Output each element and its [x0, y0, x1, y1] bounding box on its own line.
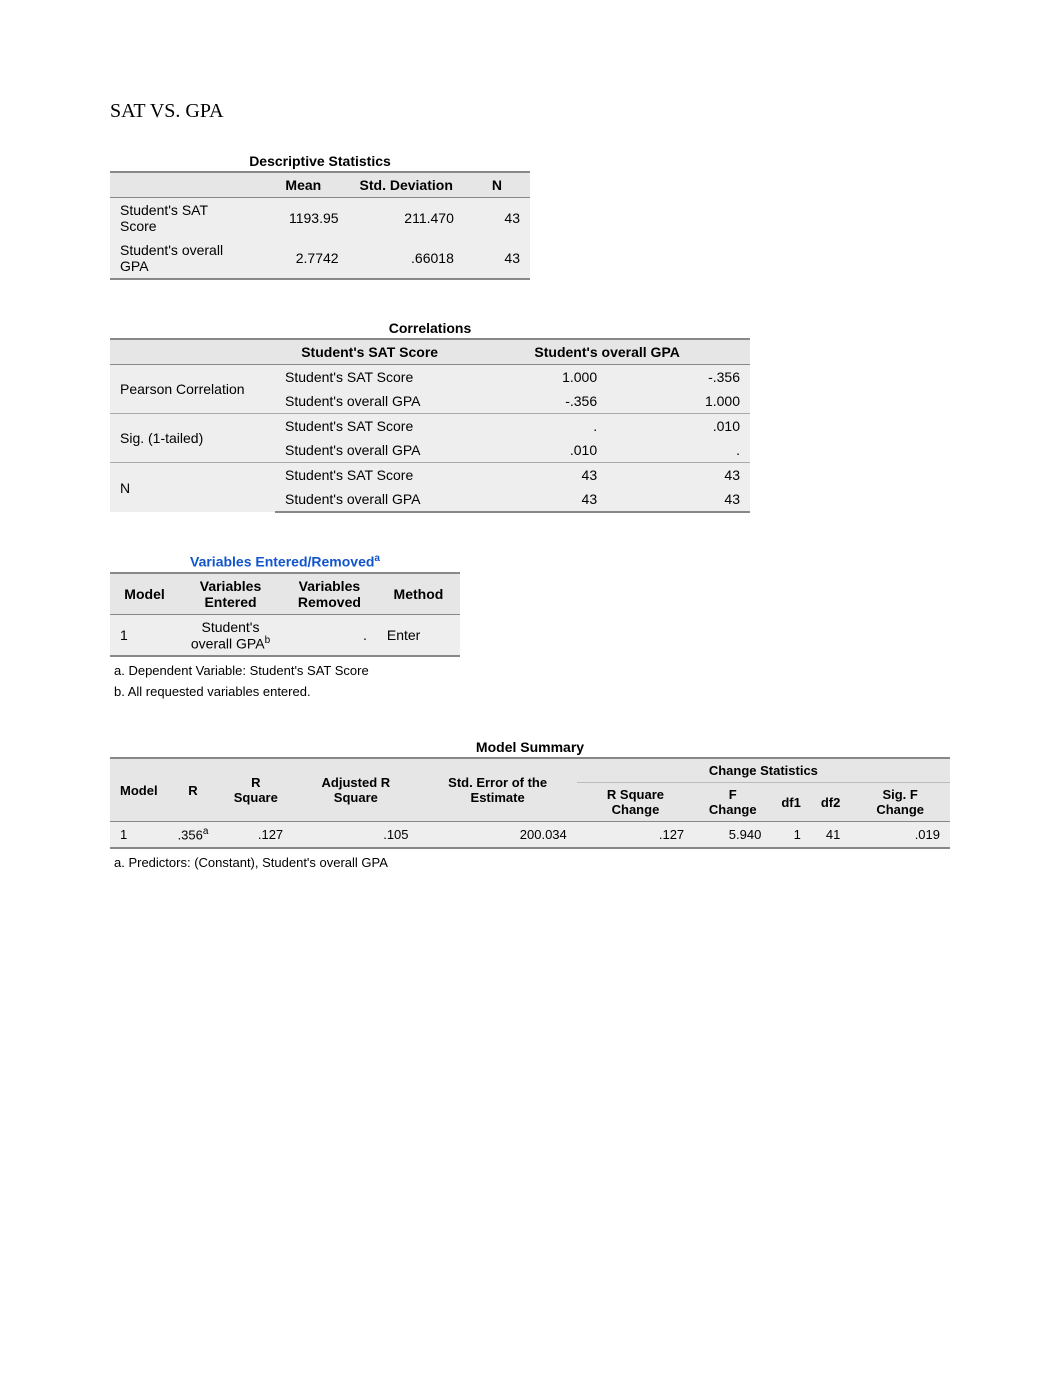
df1-value: 1: [771, 822, 811, 848]
mean-value: 2.7742: [258, 238, 348, 279]
arsq-header: Adjusted R Square: [293, 758, 418, 822]
model-summary-block: Model Summary Model R R Square Adjusted …: [110, 739, 952, 869]
sig-value: .010: [464, 438, 607, 463]
sat-col-header: Student's SAT Score: [275, 339, 464, 365]
n-value: 43: [464, 238, 530, 279]
sig-value: .: [607, 438, 750, 463]
descriptive-table: Mean Std. Deviation N Student's SAT Scor…: [110, 171, 530, 280]
sig-value: .: [464, 414, 607, 439]
group-label: Sig. (1-tailed): [110, 414, 275, 463]
footnote-a: a. Dependent Variable: Student's SAT Sco…: [114, 663, 952, 678]
table-header-row: Model Variables Entered Variables Remove…: [110, 573, 460, 615]
entered-text: Student's overall GPA: [191, 619, 265, 652]
variables-entered-block: Variables Entered/Removeda Model Variabl…: [110, 553, 952, 699]
removed-header: Variables Removed: [282, 573, 377, 615]
entered-value: Student's overall GPAb: [179, 614, 282, 656]
fc-value: 5.940: [694, 822, 771, 848]
df1-header: df1: [771, 783, 811, 822]
descriptive-title: Descriptive Statistics: [110, 153, 530, 169]
method-header: Method: [377, 573, 460, 615]
n-value: 43: [464, 198, 530, 239]
n-value: 43: [464, 487, 607, 512]
mean-header: Mean: [258, 172, 348, 198]
model-header: Model: [110, 573, 179, 615]
fc-header: F Change: [694, 783, 771, 822]
entered-sup: b: [265, 635, 271, 646]
corr-value: -.356: [607, 365, 750, 390]
variable-label: Student's overall GPA: [275, 487, 464, 512]
table-row: Student's overall GPA 2.7742 .66018 43: [110, 238, 530, 279]
df2-value: 41: [811, 822, 851, 848]
variables-entered-table: Model Variables Entered Variables Remove…: [110, 572, 460, 658]
method-value: Enter: [377, 614, 460, 656]
sigfc-header: Sig. F Change: [850, 783, 950, 822]
title-sup: a: [374, 553, 380, 564]
variable-label: Student's SAT Score: [275, 365, 464, 390]
se-header: Std. Error of the Estimate: [419, 758, 577, 822]
df2-header: df2: [811, 783, 851, 822]
rsq-value: .127: [218, 822, 293, 848]
change-stats-header: Change Statistics: [577, 758, 950, 783]
group-label: N: [110, 463, 275, 513]
table-header-row: Student's SAT Score Student's overall GP…: [110, 339, 750, 365]
table-row: 1 .356a .127 .105 200.034 .127 5.940 1 4…: [110, 822, 950, 848]
r-value: .356a: [168, 822, 219, 848]
sigfc-value: .019: [850, 822, 950, 848]
n-header: N: [464, 172, 530, 198]
std-header: Std. Deviation: [349, 172, 464, 198]
table-row: N Student's SAT Score 43 43: [110, 463, 750, 488]
correlations-block: Correlations Student's SAT Score Student…: [110, 320, 952, 513]
model-value: 1: [110, 614, 179, 656]
model-header: Model: [110, 758, 168, 822]
n-value: 43: [607, 463, 750, 488]
table-row: Pearson Correlation Student's SAT Score …: [110, 365, 750, 390]
blank-header: [110, 339, 275, 365]
title-text: Variables Entered/Removed: [190, 554, 374, 570]
se-value: 200.034: [419, 822, 577, 848]
variable-label: Student's SAT Score: [275, 463, 464, 488]
variable-label: Student's SAT Score: [110, 198, 258, 239]
correlations-table: Student's SAT Score Student's overall GP…: [110, 338, 750, 513]
footnote-b: b. All requested variables entered.: [114, 684, 952, 699]
rsqc-value: .127: [577, 822, 694, 848]
corr-value: -.356: [464, 389, 607, 414]
model-summary-table: Model R R Square Adjusted R Square Std. …: [110, 757, 950, 848]
table-row: 1 Student's overall GPAb . Enter: [110, 614, 460, 656]
table-row: Sig. (1-tailed) Student's SAT Score . .0…: [110, 414, 750, 439]
r-sup: a: [203, 826, 209, 837]
group-label: Pearson Correlation: [110, 365, 275, 414]
corr-value: 1.000: [607, 389, 750, 414]
model-summary-title: Model Summary: [110, 739, 950, 755]
rsq-header: R Square: [218, 758, 293, 822]
r-text: .356: [178, 828, 203, 843]
footnote-a: a. Predictors: (Constant), Student's ove…: [114, 855, 952, 870]
corr-value: 1.000: [464, 365, 607, 390]
std-value: .66018: [349, 238, 464, 279]
table-row: Student's SAT Score 1193.95 211.470 43: [110, 198, 530, 239]
model-value: 1: [110, 822, 168, 848]
rsqc-header: R Square Change: [577, 783, 694, 822]
entered-header: Variables Entered: [179, 573, 282, 615]
descriptive-statistics-block: Descriptive Statistics Mean Std. Deviati…: [110, 153, 952, 280]
n-value: 43: [464, 463, 607, 488]
sig-value: .010: [607, 414, 750, 439]
r-header: R: [168, 758, 219, 822]
page-title: SAT VS. GPA: [110, 100, 952, 123]
std-value: 211.470: [349, 198, 464, 239]
mean-value: 1193.95: [258, 198, 348, 239]
n-value: 43: [607, 487, 750, 512]
table-header-row: Model R R Square Adjusted R Square Std. …: [110, 758, 950, 783]
gpa-col-header: Student's overall GPA: [464, 339, 750, 365]
correlations-title: Correlations: [110, 320, 750, 336]
variables-entered-title: Variables Entered/Removeda: [110, 553, 460, 570]
removed-value: .: [282, 614, 377, 656]
variable-label: Student's SAT Score: [275, 414, 464, 439]
blank-header: [110, 172, 258, 198]
variable-label: Student's overall GPA: [275, 389, 464, 414]
variable-label: Student's overall GPA: [275, 438, 464, 463]
arsq-value: .105: [293, 822, 418, 848]
variable-label: Student's overall GPA: [110, 238, 258, 279]
table-header-row: Mean Std. Deviation N: [110, 172, 530, 198]
